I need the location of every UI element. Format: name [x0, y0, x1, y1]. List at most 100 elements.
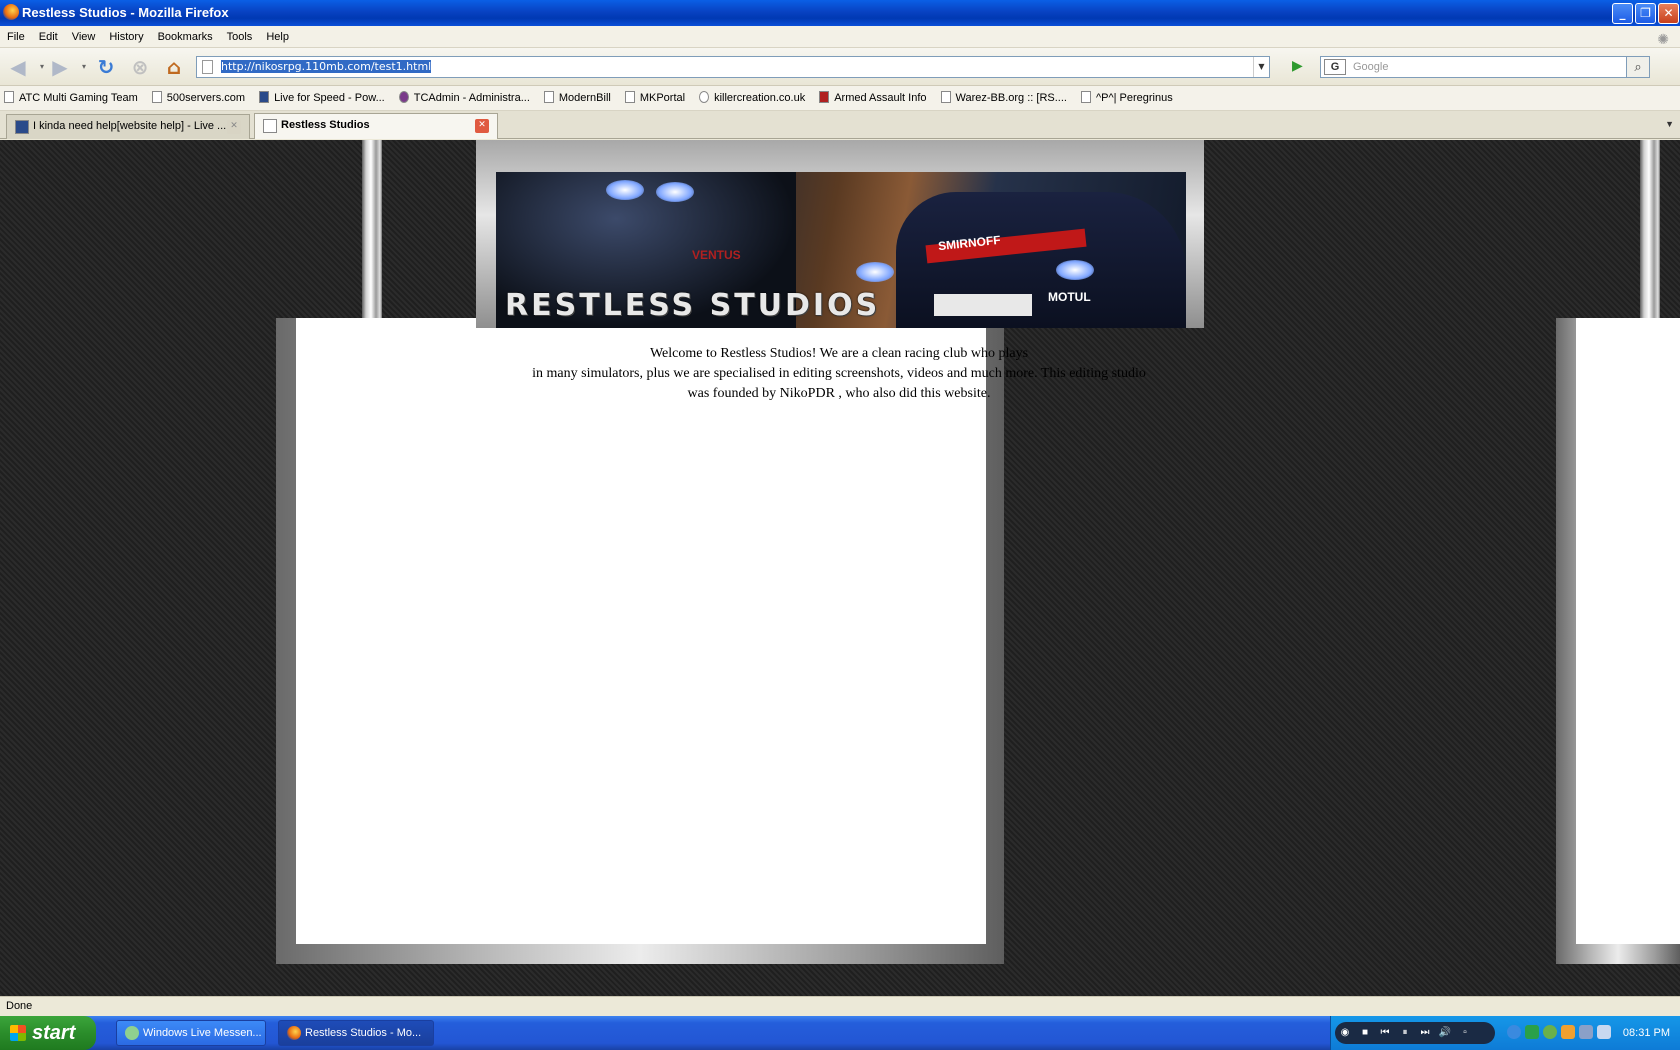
home-icon[interactable]: ⌂ — [162, 56, 186, 78]
url-bar[interactable]: http://nikosrpg.110mb.com/test1.html ▼ — [196, 56, 1270, 78]
minimize-icon[interactable]: _ — [1612, 3, 1633, 24]
bookmark-item[interactable]: Armed Assault Info — [815, 86, 927, 110]
bookmarks-toolbar: ATC Multi Gaming Team 500servers.com Live … — [0, 86, 1680, 111]
search-placeholder: Google — [1353, 61, 1389, 73]
taskbar: start Windows Live Messen... Restless St… — [0, 1016, 1680, 1050]
bookmark-item[interactable]: Warez-BB.org :: [RS.... — [937, 86, 1067, 110]
bookmark-item[interactable]: killercreation.co.uk — [695, 86, 805, 110]
chrome-pillar-left — [362, 140, 382, 318]
tray-device-icon[interactable] — [1579, 1025, 1593, 1039]
bookmark-page-icon — [151, 91, 162, 103]
url-text: http://nikosrpg.110mb.com/test1.html — [221, 60, 432, 73]
menu-help[interactable]: Help — [259, 26, 296, 48]
menu-history[interactable]: History — [102, 26, 150, 48]
tab-label: I kinda need help[website help] - Live .… — [33, 120, 227, 132]
start-button[interactable]: start — [0, 1016, 96, 1050]
bookmark-item[interactable]: ModernBill — [540, 86, 611, 110]
tray-collapse-icon[interactable] — [1507, 1025, 1521, 1039]
page-icon — [202, 60, 213, 74]
pause-icon[interactable]: ⏸ — [1395, 1022, 1415, 1044]
go-icon[interactable]: ▶ — [1292, 58, 1310, 76]
bookmark-favicon-icon — [398, 91, 409, 103]
tab-restless-studios[interactable]: Restless Studios ✕ — [254, 113, 498, 139]
bookmark-item[interactable]: MKPortal — [621, 86, 685, 110]
volume-icon[interactable]: 🔊 — [1435, 1022, 1455, 1044]
bookmark-favicon-icon — [819, 91, 830, 103]
search-engine-icon[interactable]: G — [1324, 59, 1346, 75]
window-title: Restless Studios - Mozilla Firefox — [22, 5, 229, 20]
next-track-icon[interactable]: ⏭ — [1415, 1022, 1435, 1044]
bookmark-item[interactable]: TCAdmin - Administra... — [395, 86, 530, 110]
page-content: VENTUS SMIRNOFF MOTUL RESTLESS STUDIOS W… — [0, 140, 1680, 996]
sponsor-ventus: VENTUS — [692, 248, 741, 262]
tab-close-icon[interactable]: ✕ — [227, 120, 241, 134]
clock: 08:31 PM — [1622, 1027, 1670, 1039]
media-player-toolbar: ◉ ■ ⏮ ⏸ ⏭ 🔊 ▫ — [1335, 1022, 1495, 1044]
tray-network-icon[interactable] — [1525, 1025, 1539, 1039]
previous-track-icon[interactable]: ⏮ — [1375, 1022, 1395, 1044]
bookmark-page-icon — [940, 91, 951, 103]
headlight-graphic — [1056, 260, 1094, 280]
menu-tools[interactable]: Tools — [220, 26, 260, 48]
media-player-icon[interactable]: ◉ — [1335, 1022, 1355, 1044]
throbber-icon: ✺ — [1657, 31, 1669, 47]
bookmark-favicon-icon — [4, 91, 14, 103]
bookmark-item[interactable]: 500servers.com — [148, 86, 245, 110]
menu-file[interactable]: File — [0, 26, 32, 48]
forward-dropdown-icon[interactable]: ▾ — [72, 56, 96, 78]
tab-list-dropdown-icon[interactable]: ▼ — [1665, 119, 1674, 129]
headlight-graphic — [856, 262, 894, 282]
tray-messenger-icon[interactable] — [1543, 1025, 1557, 1039]
license-plate — [934, 294, 1032, 316]
tab-bar: I kinda need help[website help] - Live .… — [0, 111, 1680, 139]
back-icon[interactable]: ◀ — [6, 56, 30, 78]
menu-view[interactable]: View — [65, 26, 103, 48]
navigation-toolbar: ◀ ▾ ▶ ▾ ↻ ⊗ ⌂ http://nikosrpg.110mb.com/… — [0, 48, 1680, 86]
bookmark-page-icon — [624, 91, 635, 103]
reload-icon[interactable]: ↻ — [94, 56, 118, 78]
search-box[interactable]: G Google ⌕ — [1320, 56, 1650, 78]
menu-bar: File Edit View History Bookmarks Tools Help ✺ — [0, 26, 1680, 48]
bookmark-favicon-icon — [259, 91, 270, 103]
firefox-window: Restless Studios - Mozilla Firefox _ ❐ ✕… — [0, 0, 1680, 1050]
stop-icon[interactable]: ⊗ — [128, 56, 152, 78]
close-icon[interactable]: ✕ — [1658, 3, 1679, 24]
tab-website-help[interactable]: I kinda need help[website help] - Live .… — [6, 114, 250, 139]
bookmark-favicon-icon — [699, 91, 710, 103]
bookmark-page-icon — [1080, 91, 1091, 103]
task-restless-studios[interactable]: Restless Studios - Mo... — [278, 1020, 434, 1046]
bookmark-page-icon — [543, 91, 554, 103]
messenger-icon — [125, 1026, 139, 1040]
restore-icon[interactable]: ❐ — [1635, 3, 1656, 24]
side-panel — [1576, 318, 1680, 944]
tab-label: Restless Studios — [281, 119, 370, 131]
bookmark-item[interactable]: ^P^| Peregrinus — [1077, 86, 1173, 110]
title-bar[interactable]: Restless Studios - Mozilla Firefox _ ❐ ✕ — [0, 0, 1680, 26]
tab-page-icon — [263, 119, 277, 133]
banner-title: RESTLESS STUDIOS — [505, 288, 881, 323]
content-panel — [296, 318, 986, 944]
firefox-icon — [3, 4, 19, 20]
tray-security-icon[interactable] — [1561, 1025, 1575, 1039]
url-dropdown-icon[interactable]: ▼ — [1253, 57, 1269, 77]
stop-media-icon[interactable]: ■ — [1355, 1022, 1375, 1044]
tab-close-icon[interactable]: ✕ — [475, 119, 489, 133]
tray-volume-icon[interactable] — [1597, 1025, 1611, 1039]
firefox-icon — [287, 1026, 301, 1040]
status-bar: Done — [0, 996, 1680, 1016]
bookmark-item[interactable]: ATC Multi Gaming Team — [0, 86, 138, 110]
bookmark-item[interactable]: Live for Speed - Pow... — [255, 86, 385, 110]
windows-logo-icon — [10, 1025, 26, 1041]
menu-bookmarks[interactable]: Bookmarks — [151, 26, 220, 48]
chrome-pillar-right — [1640, 140, 1660, 318]
search-icon[interactable]: ⌕ — [1626, 56, 1650, 78]
status-text: Done — [6, 1000, 33, 1012]
menu-edit[interactable]: Edit — [32, 26, 65, 48]
headlight-graphic — [656, 182, 694, 202]
task-windows-live-messenger[interactable]: Windows Live Messen... — [116, 1020, 266, 1046]
forward-icon[interactable]: ▶ — [48, 56, 72, 78]
restore-player-icon[interactable]: ▫ — [1455, 1022, 1475, 1044]
headlight-graphic — [606, 180, 644, 200]
welcome-text: Welcome to Restless Studios! We are a cl… — [532, 346, 1146, 401]
sponsor-motul: MOTUL — [1048, 290, 1091, 304]
